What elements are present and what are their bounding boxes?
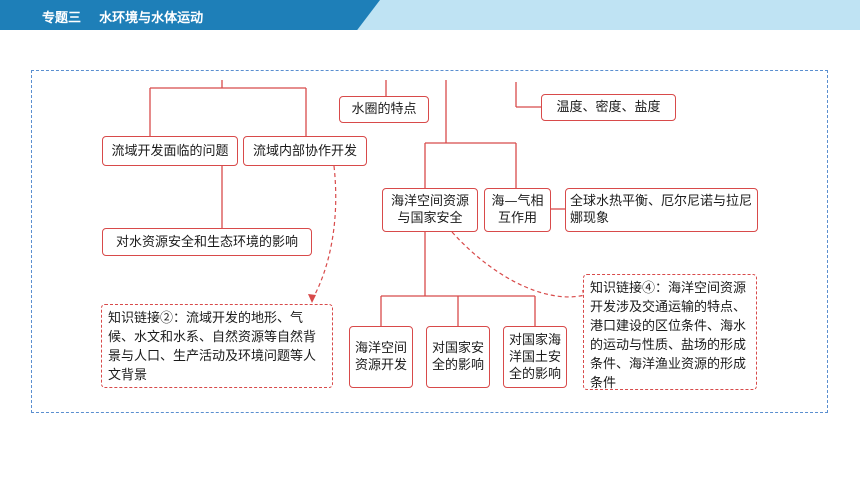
knowledge-link-4: 知识链接④：海洋空间资源开发涉及交通运输的特点、港口建设的区位条件、海水的运动与… (583, 274, 757, 391)
node-national-security-impact: 对国家安全的影响 (426, 326, 490, 388)
node-ocean-security: 海洋空间资源与国家安全 (382, 188, 478, 232)
node-global-balance: 全球水热平衡、厄尔尼诺与拉尼娜现象 (565, 188, 758, 232)
node-ocean-dev: 海洋空间资源开发 (349, 326, 413, 388)
node-air-sea-interaction: 海—气相互作用 (484, 188, 551, 232)
node-water-features: 水圈的特点 (339, 96, 429, 123)
node-temp-density-salinity: 温度、密度、盐度 (541, 94, 676, 121)
node-water-security-impact: 对水资源安全和生态环境的影响 (102, 228, 312, 256)
knowledge-link-2: 知识链接②：流域开发的地形、气候、水文和水系、自然资源等自然背景与人口、生产活动… (101, 304, 333, 388)
node-basin-cooperation: 流域内部协作开发 (243, 136, 367, 166)
node-basin-problems: 流域开发面临的问题 (102, 136, 238, 166)
node-territory-security-impact: 对国家海洋国土安全的影响 (503, 326, 567, 388)
